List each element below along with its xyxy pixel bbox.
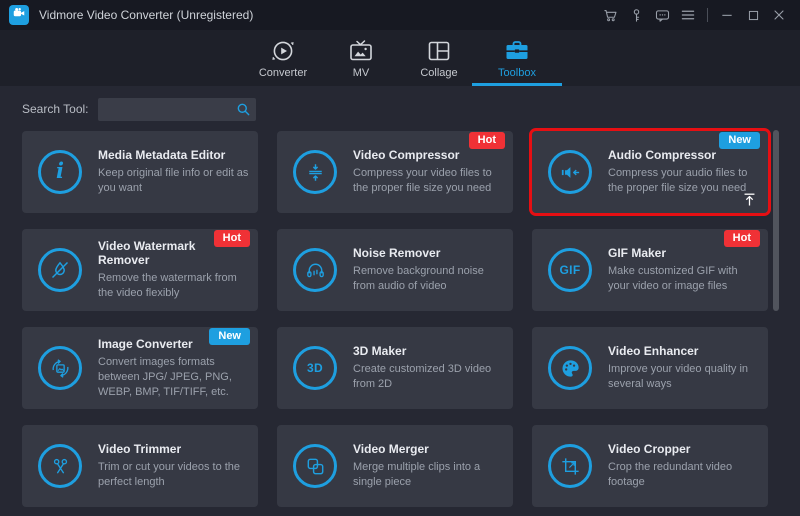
converter-icon — [270, 37, 296, 64]
tool-description: Compress your video files to the proper … — [353, 166, 505, 196]
tab-label: MV — [353, 67, 370, 79]
badge-hot: Hot — [214, 230, 250, 247]
window-title: Vidmore Video Converter (Unregistered) — [39, 8, 253, 22]
tool-card-text: Video Merger Merge multiple clips into a … — [353, 425, 505, 507]
tool-description: Create customized 3D video from 2D — [353, 362, 505, 392]
tab-label: Toolbox — [498, 67, 536, 79]
tool-title: Noise Remover — [353, 246, 505, 260]
register-key-icon[interactable] — [623, 2, 649, 28]
search-box — [98, 98, 256, 121]
tool-card-video-trimmer[interactable]: Video Trimmer Trim or cut your videos to … — [22, 425, 258, 507]
tab-mv[interactable]: MV — [322, 30, 400, 86]
toolbox-icon — [504, 37, 530, 64]
tool-card-image-converter[interactable]: Image ConverterConvert images formats be… — [22, 327, 258, 409]
scissors-icon — [38, 444, 82, 488]
tool-card-media-metadata-editor[interactable]: i Media Metadata Editor Keep original file… — [22, 131, 258, 213]
maximize-button[interactable] — [740, 2, 766, 28]
palette-icon — [548, 346, 592, 390]
tool-description: Remove background noise from audio of vi… — [353, 264, 505, 294]
badge-hot: Hot — [724, 230, 760, 247]
tab-collage[interactable]: Collage — [400, 30, 478, 86]
collage-icon — [426, 37, 452, 64]
main-tab-bar: Converter MV Collage Toolbox — [0, 30, 800, 86]
image-convert-icon — [38, 346, 82, 390]
arrow-to-top-icon[interactable] — [741, 191, 758, 208]
tool-card-text: Video Trimmer Trim or cut your videos to … — [98, 425, 250, 507]
search-input[interactable] — [98, 98, 256, 121]
feedback-icon[interactable] — [649, 2, 675, 28]
tool-description: Make customized GIF with your video or i… — [608, 264, 760, 294]
tool-description: Keep original file info or edit as you w… — [98, 166, 250, 196]
tool-title: GIF Maker — [608, 246, 760, 260]
tool-title: Audio Compressor — [608, 148, 760, 162]
menu-icon[interactable] — [675, 2, 701, 28]
badge-hot: Hot — [469, 132, 505, 149]
tab-label: Collage — [420, 67, 457, 79]
tool-title: Media Metadata Editor — [98, 148, 250, 162]
mv-icon — [348, 37, 374, 64]
3d-text-icon: 3D — [293, 346, 337, 390]
titlebar-divider — [707, 8, 708, 22]
gif-text-icon: GIF — [548, 248, 592, 292]
tab-converter[interactable]: Converter — [244, 30, 322, 86]
tool-description: Trim or cut your videos to the perfect l… — [98, 460, 250, 490]
tool-card-audio-compressor[interactable]: Audio Compressor Compress your audio file… — [532, 131, 768, 213]
tool-title: Video Enhancer — [608, 344, 760, 358]
titlebar-buttons — [597, 2, 800, 28]
crop-icon — [548, 444, 592, 488]
search-icon[interactable] — [235, 101, 252, 118]
tool-card-text: Video Enhancer Improve your video quality… — [608, 327, 760, 409]
badge-new: New — [209, 328, 250, 345]
tool-description: Crop the redundant video footage — [608, 460, 760, 490]
tool-title: Video Trimmer — [98, 442, 250, 456]
tool-card-text: Media Metadata Editor Keep original file … — [98, 131, 250, 213]
tool-card-video-compressor[interactable]: Video Compressor Compress your video file… — [277, 131, 513, 213]
video-compress-icon — [293, 150, 337, 194]
cart-icon[interactable] — [597, 2, 623, 28]
active-tab-underline — [472, 83, 562, 86]
tool-title: 3D Maker — [353, 344, 505, 358]
badge-new: New — [719, 132, 760, 149]
tool-card-text: Noise Remover Remove background noise fro… — [353, 229, 505, 311]
tool-card-text: Video Cropper Crop the redundant video fo… — [608, 425, 760, 507]
tool-description: Improve your video quality in several wa… — [608, 362, 760, 392]
search-tool-row: Search Tool: — [22, 97, 256, 121]
tool-card-3d-maker[interactable]: 3D 3D Maker Create customized 3D video fro… — [277, 327, 513, 409]
title-bar: Vidmore Video Converter (Unregistered) — [0, 0, 800, 30]
video-camera-icon — [12, 6, 26, 25]
tool-title: Video Merger — [353, 442, 505, 456]
tool-description: Remove the watermark from the video flex… — [98, 271, 250, 301]
tab-label: Converter — [259, 67, 307, 79]
toolbox-grid: i Media Metadata Editor Keep original file… — [22, 131, 768, 507]
noise-remove-icon — [293, 248, 337, 292]
tool-description: Convert images formats between JPG/ JPEG… — [98, 355, 250, 400]
minimize-button[interactable] — [714, 2, 740, 28]
tool-card-video-watermark-remover[interactable]: Video Watermark RemoverRemove the waterm… — [22, 229, 258, 311]
tool-title: Video Cropper — [608, 442, 760, 456]
info-icon: i — [38, 150, 82, 194]
tool-card-gif-maker[interactable]: GIF GIF Maker Make customized GIF with you… — [532, 229, 768, 311]
merge-icon — [293, 444, 337, 488]
tool-card-video-enhancer[interactable]: Video Enhancer Improve your video quality… — [532, 327, 768, 409]
tool-title: Video Compressor — [353, 148, 505, 162]
watermark-remove-icon — [38, 248, 82, 292]
tool-description: Merge multiple clips into a single piece — [353, 460, 505, 490]
tool-card-noise-remover[interactable]: Noise Remover Remove background noise fro… — [277, 229, 513, 311]
tool-card-text: 3D Maker Create customized 3D video from … — [353, 327, 505, 409]
tab-toolbox[interactable]: Toolbox — [478, 30, 556, 86]
tool-description: Compress your audio files to the proper … — [608, 166, 760, 196]
tool-card-video-cropper[interactable]: Video Cropper Crop the redundant video fo… — [532, 425, 768, 507]
tool-card-video-merger[interactable]: Video Merger Merge multiple clips into a … — [277, 425, 513, 507]
vertical-scrollbar[interactable] — [773, 130, 779, 311]
app-logo — [9, 5, 29, 25]
search-label: Search Tool: — [22, 102, 89, 116]
close-button[interactable] — [766, 2, 792, 28]
audio-compress-icon — [548, 150, 592, 194]
